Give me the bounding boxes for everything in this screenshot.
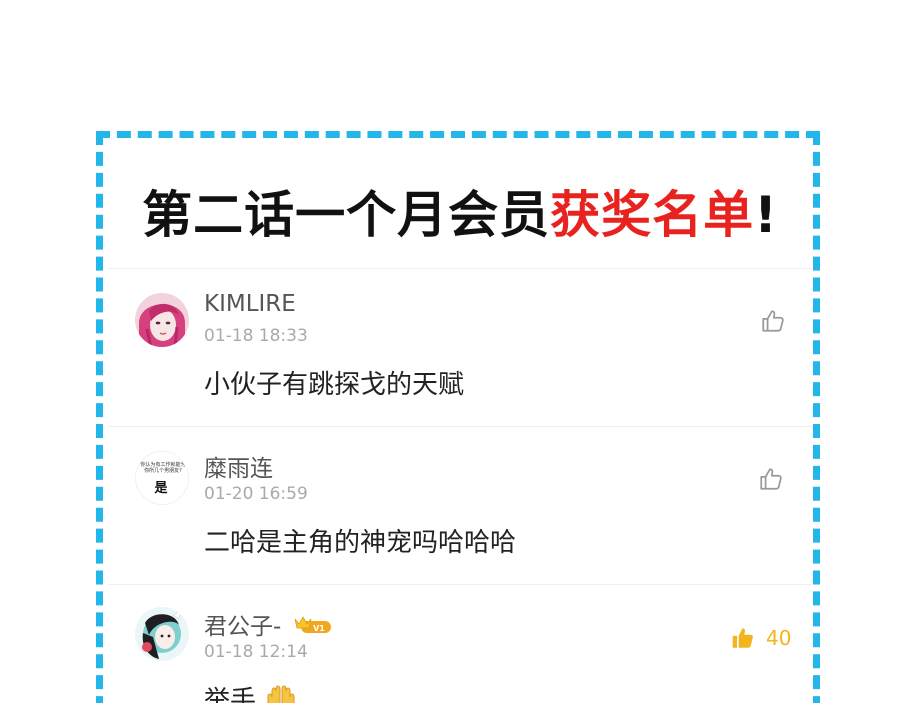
comment-time: 01-20 16:59 bbox=[204, 484, 308, 504]
thumbs-up-filled-icon bbox=[732, 628, 753, 648]
title-exclamation: ! bbox=[754, 186, 778, 244]
comment-item: 君公子- V1 01-18 12:14 举手 40 bbox=[108, 585, 812, 703]
avatar[interactable]: 你认为有工作就能为 你所几个男朋友? 是 bbox=[135, 451, 189, 505]
comment-item: KIMLIRE 01-18 18:33 小伙子有跳探戈的天赋 bbox=[108, 269, 812, 426]
avatar-caption: 你认为有工作就能为 你所几个男朋友? bbox=[140, 462, 186, 474]
vip-badge-label: V1 bbox=[313, 624, 325, 633]
avatar-big-text: 是 bbox=[154, 481, 168, 496]
username-row: 君公子- V1 bbox=[204, 607, 333, 641]
page-title: 第二话一个月会员获奖名单! bbox=[130, 180, 790, 250]
avatar[interactable] bbox=[135, 607, 189, 661]
title-black-part: 第二话一个月会员 bbox=[142, 186, 551, 244]
raised-hands-icon bbox=[264, 683, 298, 703]
comment-text: 二哈是主角的神宠吗哈哈哈 bbox=[204, 528, 517, 558]
like-button[interactable] bbox=[758, 466, 784, 494]
comment-time: 01-18 12:14 bbox=[204, 642, 308, 662]
comment-text: 举手 bbox=[204, 686, 257, 703]
avatar[interactable] bbox=[135, 293, 189, 347]
username[interactable]: 糜雨连 bbox=[204, 449, 273, 483]
thumbs-up-outline-icon bbox=[762, 310, 784, 332]
comment-text-row: 举手 bbox=[204, 680, 298, 703]
comment-item: 你认为有工作就能为 你所几个男朋友? 是 糜雨连 01-20 16:59 二哈是… bbox=[108, 427, 812, 584]
comment-time: 01-18 18:33 bbox=[204, 326, 308, 346]
thumbs-up-outline-icon bbox=[760, 468, 782, 490]
username[interactable]: KIMLIRE bbox=[204, 291, 296, 317]
title-red-part: 获奖名单 bbox=[550, 186, 755, 244]
comment-text: 小伙子有跳探戈的天赋 bbox=[204, 370, 465, 400]
username[interactable]: 君公子- bbox=[204, 614, 281, 640]
like-button[interactable] bbox=[760, 308, 786, 336]
like-button[interactable] bbox=[730, 625, 756, 653]
page: 第二话一个月会员获奖名单! KIMLIRE 01-18 18:33 小伙子有跳探… bbox=[0, 0, 900, 703]
vip-badge: V1 bbox=[293, 615, 333, 641]
like-count: 40 bbox=[766, 626, 792, 650]
